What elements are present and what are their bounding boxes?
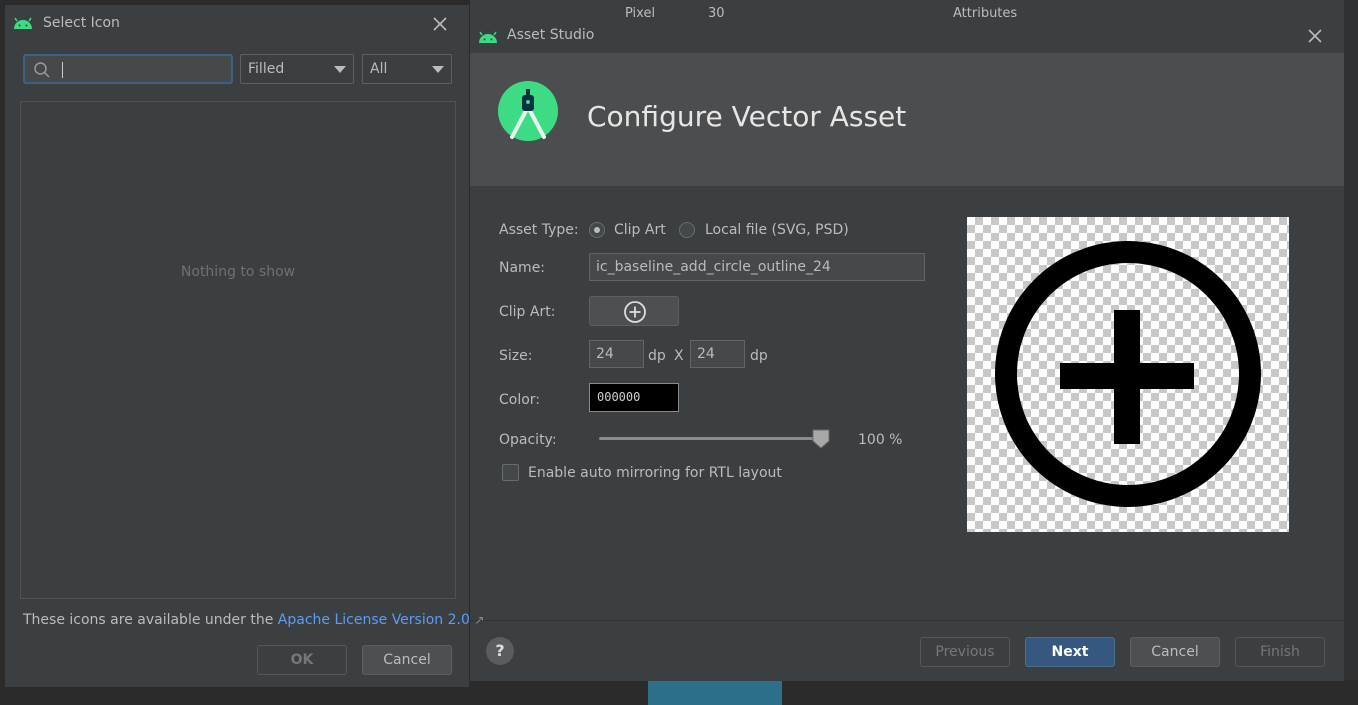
width-unit: dp xyxy=(648,348,666,364)
select-icon-title: Select Icon xyxy=(43,15,120,31)
clip-art-label: Clip Art: xyxy=(499,304,556,320)
page-title: Configure Vector Asset xyxy=(587,100,907,133)
ide-bottom-strip xyxy=(470,680,1358,705)
opacity-slider-track[interactable] xyxy=(599,437,821,440)
size-label: Size: xyxy=(499,348,533,364)
opacity-slider-thumb[interactable] xyxy=(812,429,830,449)
asset-studio-titlebar: Asset Studio xyxy=(470,20,1344,53)
auto-mirroring-checkbox[interactable] xyxy=(502,464,519,481)
android-studio-logo-icon xyxy=(498,81,558,141)
auto-mirroring-label[interactable]: Enable auto mirroring for RTL layout xyxy=(528,465,782,481)
style-select-value: Filled xyxy=(248,61,285,77)
asset-studio-title: Asset Studio xyxy=(507,27,595,43)
radio-local-file[interactable] xyxy=(679,222,695,238)
asset-type-label: Asset Type: xyxy=(499,222,579,238)
wizard-header: Configure Vector Asset xyxy=(470,53,1344,186)
attributes-title: Attributes xyxy=(953,6,1018,21)
ide-selection-highlight xyxy=(648,680,782,705)
search-field[interactable] xyxy=(23,54,233,84)
wizard-footer: ? Previous Next Cancel Finish xyxy=(470,620,1344,681)
license-note: These icons are available under the Apac… xyxy=(23,612,484,628)
size-separator: X xyxy=(674,348,684,364)
ide-right-strip xyxy=(1344,0,1358,705)
search-input[interactable] xyxy=(57,59,221,81)
add-circle-outline-icon xyxy=(624,301,646,323)
finish-button[interactable]: Finish xyxy=(1235,637,1325,667)
android-icon xyxy=(14,17,32,29)
radio-clip-art[interactable] xyxy=(589,222,605,238)
chevron-down-icon xyxy=(432,66,444,73)
icon-list[interactable]: Nothing to show xyxy=(20,101,456,599)
opacity-value: 100 % xyxy=(858,432,903,448)
name-field[interactable]: ic_baseline_add_circle_outline_24 xyxy=(589,253,925,281)
width-field[interactable]: 24 xyxy=(589,340,644,368)
search-icon xyxy=(34,62,50,78)
style-select[interactable]: Filled xyxy=(240,54,354,84)
chevron-down-icon xyxy=(334,66,346,73)
close-icon[interactable] xyxy=(431,15,449,33)
cancel-button[interactable]: Cancel xyxy=(362,645,452,675)
radio-clip-art-label[interactable]: Clip Art xyxy=(614,222,666,238)
cancel-button[interactable]: Cancel xyxy=(1130,637,1220,667)
empty-state-text: Nothing to show xyxy=(180,264,296,280)
select-icon-titlebar: Select Icon xyxy=(5,5,469,43)
device-selector[interactable]: Pixel xyxy=(625,6,655,21)
select-icon-dialog: Select Icon Filled All Nothing to show T… xyxy=(4,4,484,688)
color-swatch[interactable]: 000000 xyxy=(589,383,679,412)
help-button[interactable]: ? xyxy=(486,637,514,665)
previous-button[interactable]: Previous xyxy=(920,637,1010,667)
asset-studio-dialog: Asset Studio Configure Vector Asset Asse… xyxy=(470,20,1344,681)
clip-art-button[interactable] xyxy=(589,296,679,326)
category-select-value: All xyxy=(370,61,388,77)
api-selector[interactable]: 30 xyxy=(708,6,725,21)
android-icon xyxy=(479,31,497,43)
opacity-label: Opacity: xyxy=(499,432,557,448)
icon-preview xyxy=(967,217,1289,532)
name-label: Name: xyxy=(499,260,546,276)
external-link-icon: ↗ xyxy=(474,613,485,627)
next-button[interactable]: Next xyxy=(1025,637,1115,667)
height-unit: dp xyxy=(750,348,768,364)
license-prefix: These icons are available under the xyxy=(23,612,278,628)
radio-local-file-label[interactable]: Local file (SVG, PSD) xyxy=(705,222,849,238)
ok-button[interactable]: OK xyxy=(257,645,347,675)
height-field[interactable]: 24 xyxy=(690,340,745,368)
add-circle-outline-icon xyxy=(995,241,1261,507)
close-icon[interactable] xyxy=(1306,27,1324,45)
color-label: Color: xyxy=(499,392,541,408)
category-select[interactable]: All xyxy=(362,54,452,84)
license-link[interactable]: Apache License Version 2.0 xyxy=(278,612,470,628)
